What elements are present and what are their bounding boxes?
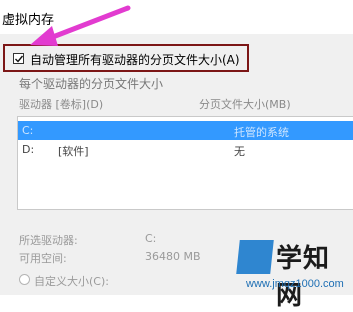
auto-manage-label[interactable]: 自动管理所有驱动器的分页文件大小(A) [30,51,240,68]
free-space-label: 可用空间: [19,252,67,265]
watermark-text: 学知网 [276,244,331,311]
drive-list[interactable]: C: 托管的系统 D: [软件] 无 [17,116,353,210]
drive-volume-label: [软件] [58,145,89,158]
custom-size-label[interactable]: 自定义大小(C): [34,273,109,289]
drive-letter: D: [22,143,35,156]
drive-paging-size: 托管的系统 [234,126,289,139]
column-header-drive: 驱动器 [卷标](D) [19,98,104,111]
drive-row-c[interactable]: C: 托管的系统 [18,121,353,140]
drive-letter: C: [22,124,34,137]
selected-drive-value: C: [145,232,157,245]
auto-manage-checkbox[interactable] [13,53,24,64]
windows-logo-icon [236,240,274,274]
drive-paging-size: 无 [234,145,245,158]
free-space-value: 36480 MB [145,250,201,263]
watermark-logo: 学知网 www.jmqz1000.com [236,238,348,311]
paging-group-label: 每个驱动器的分页文件大小 [19,77,164,91]
window-title: 虚拟内存 [2,13,55,28]
column-header-size: 分页文件大小(MB) [199,98,291,111]
custom-size-radio[interactable] [19,274,30,285]
check-icon [15,55,24,63]
drive-row-d[interactable]: D: [软件] 无 [18,140,353,159]
watermark-url: www.jmqz1000.com [246,278,344,290]
auto-manage-highlight-box[interactable]: 自动管理所有驱动器的分页文件大小(A) [3,44,249,72]
title-bar: 虚拟内存 [0,0,353,34]
selected-drive-label: 所选驱动器: [19,234,78,247]
